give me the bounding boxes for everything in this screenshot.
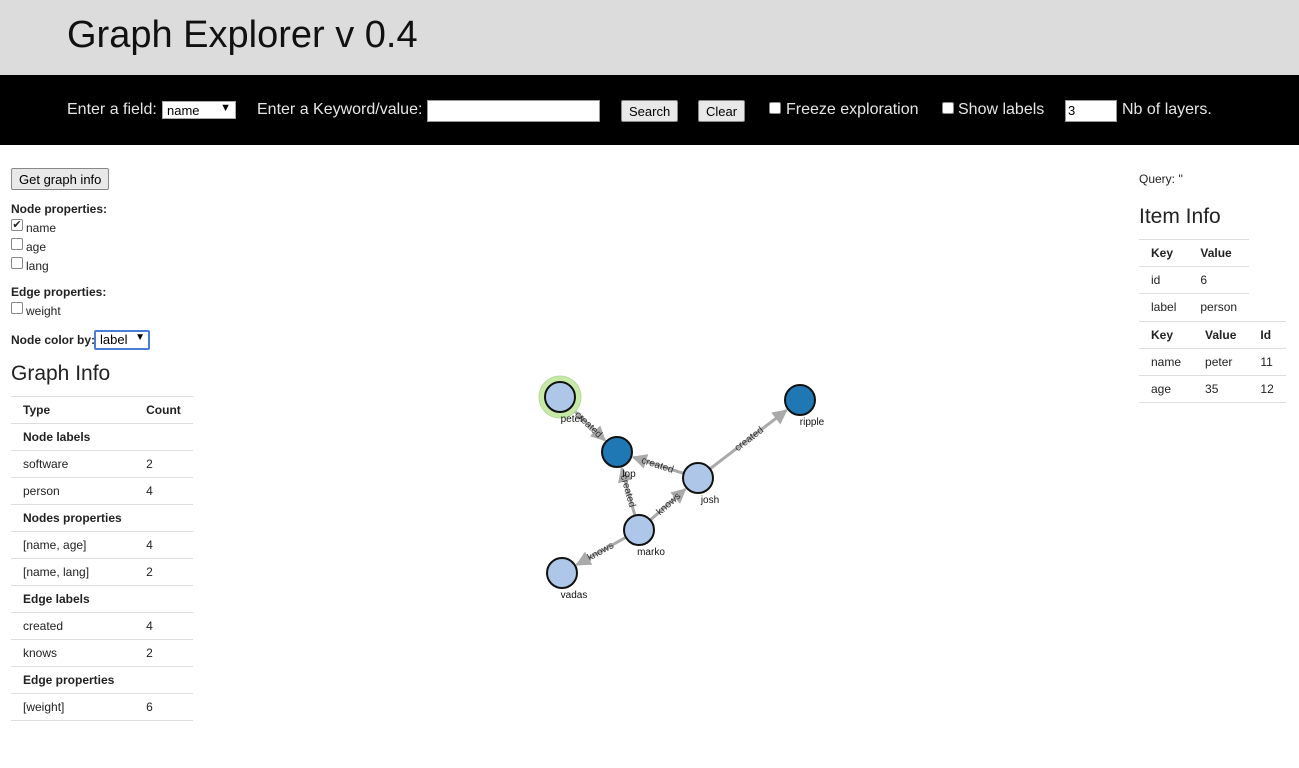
table-row: label person bbox=[1139, 293, 1250, 321]
id-cell: 12 bbox=[1248, 375, 1286, 403]
graph-node-peter[interactable] bbox=[544, 381, 576, 413]
graph-node-marko[interactable] bbox=[623, 514, 655, 546]
graph-node-vadas[interactable] bbox=[546, 557, 578, 589]
node-label: marko bbox=[637, 547, 665, 558]
node-label: vadas bbox=[561, 590, 588, 601]
column-header-value: Value bbox=[1188, 239, 1250, 267]
key-cell: name bbox=[1139, 348, 1194, 376]
node-label: josh bbox=[700, 495, 719, 506]
column-header-key: Key bbox=[1139, 321, 1194, 349]
table-row: id 6 bbox=[1139, 266, 1250, 294]
key-cell: age bbox=[1139, 375, 1194, 403]
column-header-value: Value bbox=[1193, 321, 1249, 349]
graph-canvas[interactable]: createdcreatedcreatedcreated knowsknows p… bbox=[0, 0, 1299, 768]
graph-node-lop[interactable] bbox=[601, 436, 633, 468]
table-row: age 35 12 bbox=[1139, 375, 1286, 403]
column-header-key: Key bbox=[1139, 239, 1189, 267]
node-label: lop bbox=[622, 469, 636, 480]
key-cell: label bbox=[1139, 293, 1189, 321]
column-header-id: Id bbox=[1248, 321, 1286, 349]
value-cell: person bbox=[1188, 293, 1250, 321]
value-cell: 6 bbox=[1188, 266, 1250, 294]
query-text: Query: '' bbox=[1139, 172, 1183, 186]
node-label: peter bbox=[561, 414, 584, 425]
edge-label: created bbox=[733, 425, 766, 454]
item-properties-table: Key Value Id name peter 11 age 35 12 bbox=[1139, 321, 1286, 403]
node-label: ripple bbox=[800, 417, 825, 428]
key-cell: id bbox=[1139, 266, 1189, 294]
table-row: name peter 11 bbox=[1139, 348, 1286, 376]
item-info-table: Key Value id 6 label person bbox=[1139, 239, 1250, 321]
value-cell: peter bbox=[1193, 348, 1249, 376]
edge-label: created bbox=[640, 455, 675, 476]
value-cell: 35 bbox=[1193, 375, 1249, 403]
graph-node-josh[interactable] bbox=[682, 462, 714, 494]
graph-node-ripple[interactable] bbox=[784, 384, 816, 416]
edge-label: knows bbox=[655, 491, 684, 518]
edge-label: knows bbox=[586, 540, 616, 563]
id-cell: 11 bbox=[1248, 348, 1286, 376]
item-info-title: Item Info bbox=[1139, 205, 1221, 228]
